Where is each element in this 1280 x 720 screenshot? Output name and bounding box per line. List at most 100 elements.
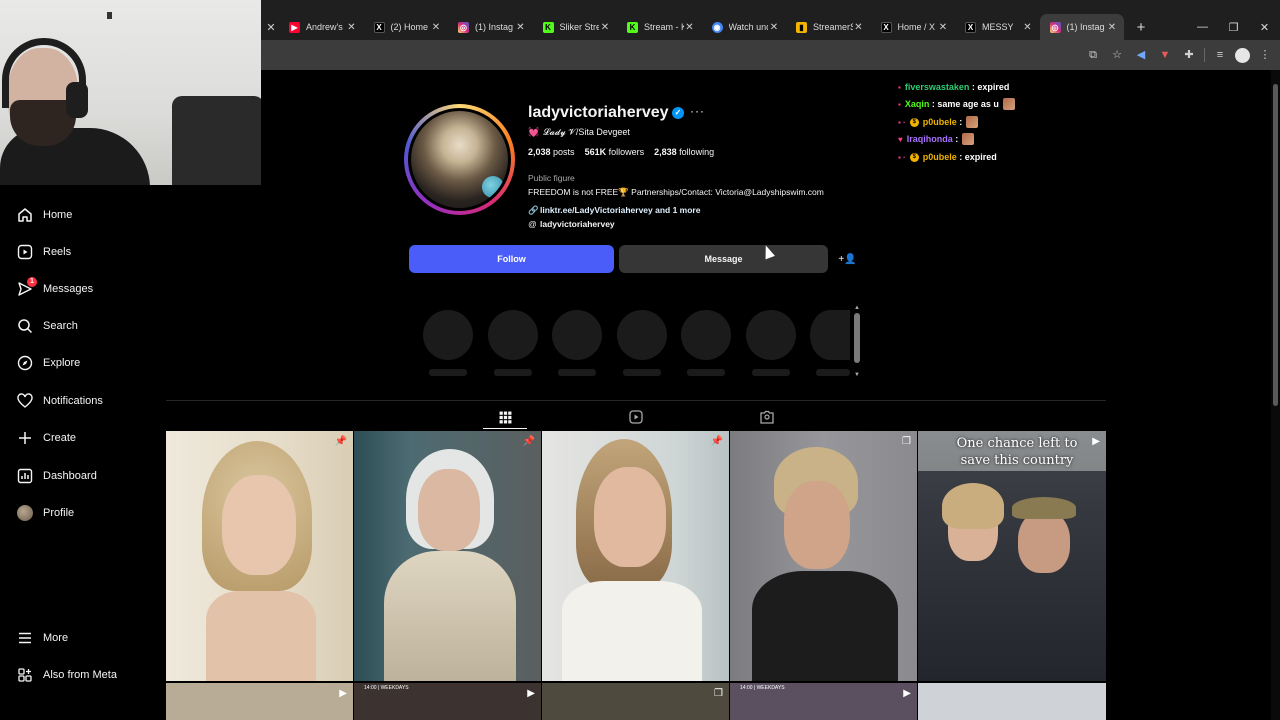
- tab-4[interactable]: K Stream - K ✕: [617, 14, 702, 40]
- sidebar-item-messages[interactable]: 1 Messages: [0, 274, 165, 304]
- close-icon[interactable]: ✕: [430, 22, 442, 33]
- minimize-button[interactable]: —: [1187, 21, 1218, 33]
- highlight-placeholder[interactable]: [617, 310, 667, 360]
- scroll-up-icon[interactable]: ▲: [853, 305, 861, 311]
- close-icon[interactable]: ✕: [515, 22, 527, 33]
- profile-avatar-icon: [16, 504, 34, 522]
- threads-icon: @: [528, 219, 537, 229]
- highlight-placeholder[interactable]: [746, 310, 796, 360]
- bookmark-star-icon[interactable]: ☆: [1108, 47, 1126, 63]
- close-icon[interactable]: ✕: [937, 22, 949, 33]
- highlight-placeholder[interactable]: [488, 310, 538, 360]
- sidebar-item-more[interactable]: More: [0, 623, 165, 653]
- profile-link[interactable]: 🔗linktr.ee/LadyVictoriahervey and 1 more: [528, 205, 700, 216]
- headset-earcup: [66, 82, 88, 118]
- browser-menu-icon[interactable]: ⋮: [1256, 47, 1274, 63]
- verified-badge-icon: ✓: [672, 107, 684, 119]
- reel-icon: ▶: [339, 688, 347, 699]
- sidebar-item-dashboard[interactable]: Dashboard: [0, 461, 165, 491]
- extension-icon[interactable]: ▼: [1156, 47, 1174, 63]
- tab-posts[interactable]: [485, 406, 525, 428]
- reels-icon: [16, 243, 34, 261]
- scrollbar-thumb[interactable]: [1273, 84, 1278, 406]
- highlight-placeholder[interactable]: [810, 310, 850, 360]
- following-count[interactable]: 2,838 following: [654, 147, 714, 157]
- tab-1[interactable]: X (2) Home ✕: [364, 14, 449, 40]
- emote-icon: [962, 133, 975, 145]
- highlight-placeholder[interactable]: [681, 310, 731, 360]
- page-scrollbar[interactable]: [1271, 70, 1280, 720]
- post-tile[interactable]: 📌: [166, 431, 353, 681]
- sidebar-item-notifications[interactable]: Notifications: [0, 386, 165, 416]
- dashboard-icon: [16, 467, 34, 485]
- threads-link[interactable]: @ ladyvictoriahervey: [528, 219, 614, 229]
- highlights-scrollbar[interactable]: ▲ ▼: [853, 305, 861, 378]
- wall-mark: [107, 12, 112, 19]
- x-icon: X: [880, 21, 892, 33]
- post-tile[interactable]: 📌: [354, 431, 541, 681]
- more-options-icon[interactable]: ···: [690, 104, 705, 118]
- sidebar-item-search[interactable]: Search: [0, 311, 165, 341]
- sidebar-item-profile[interactable]: Profile: [0, 498, 165, 528]
- close-icon[interactable]: ✕: [599, 22, 611, 33]
- suggested-users-button[interactable]: +👤: [833, 245, 862, 273]
- scrollbar-thumb[interactable]: [854, 313, 860, 363]
- tab-tagged[interactable]: [747, 406, 787, 428]
- tab-3[interactable]: K Sliker Stre ✕: [533, 14, 618, 40]
- audio-icon[interactable]: ◀: [1132, 47, 1150, 63]
- close-icon[interactable]: ✕: [346, 22, 358, 33]
- close-icon[interactable]: ✕: [853, 22, 865, 33]
- post-tile[interactable]: One chance left to save this country ▶: [918, 431, 1106, 681]
- browser-profile-avatar[interactable]: [1235, 47, 1250, 63]
- tab-8[interactable]: X MESSY ✕: [955, 14, 1040, 40]
- heart-icon: [16, 392, 34, 410]
- sidebar-item-create[interactable]: Create: [0, 423, 165, 453]
- tab-close-icon[interactable]: ✕: [263, 21, 279, 34]
- tab-9[interactable]: ◎ (1) Instag ✕: [1039, 14, 1124, 40]
- tab-6[interactable]: ▮ StreamerS ✕: [786, 14, 871, 40]
- tab-5[interactable]: ◉ Watch und ✕: [702, 14, 787, 40]
- tab-0[interactable]: ▶ Andrew's ✕: [279, 14, 364, 40]
- sidebar-item-reels[interactable]: Reels: [0, 237, 165, 267]
- sidebar-item-also-from-meta[interactable]: Also from Meta: [0, 660, 165, 690]
- restore-button[interactable]: ❐: [1218, 21, 1249, 34]
- scroll-down-icon[interactable]: ▼: [853, 372, 861, 378]
- followers-count[interactable]: 561K followers: [585, 147, 645, 157]
- new-tab-button[interactable]: +: [1130, 19, 1152, 36]
- extensions-puzzle-icon[interactable]: ✚: [1180, 47, 1198, 63]
- chat-badge-icon: ▪ ·: [898, 117, 906, 127]
- profile-category: Public figure: [528, 173, 575, 183]
- highlight-placeholder[interactable]: [552, 310, 602, 360]
- window-close-button[interactable]: ✕: [1249, 21, 1280, 34]
- close-icon[interactable]: ✕: [1106, 22, 1118, 33]
- close-icon[interactable]: ✕: [1022, 22, 1034, 33]
- post-tile[interactable]: ▶: [166, 683, 353, 720]
- close-icon[interactable]: ✕: [684, 22, 696, 33]
- follow-button[interactable]: Follow: [409, 245, 614, 273]
- post-tile[interactable]: ❐: [730, 431, 917, 681]
- post-tile[interactable]: 14:00 | WEEKDAYS ▶: [730, 683, 917, 720]
- close-icon[interactable]: ✕: [768, 22, 780, 33]
- chat-text: expired: [964, 152, 997, 162]
- post-tile[interactable]: 14:00 | WEEKDAYS ▶: [354, 683, 541, 720]
- post-tile[interactable]: ❐: [542, 683, 729, 720]
- sidebar-item-explore[interactable]: Explore: [0, 348, 165, 378]
- youtube-icon: ▶: [289, 21, 300, 33]
- post-tile[interactable]: [918, 683, 1106, 720]
- install-app-icon[interactable]: ⧉: [1084, 47, 1102, 63]
- chat-text: expired: [977, 82, 1010, 92]
- globe-icon: [482, 176, 504, 198]
- tab-reels[interactable]: [616, 406, 656, 428]
- tab-2[interactable]: ◎ (1) Instag ✕: [448, 14, 533, 40]
- tab-title: Home / X: [897, 22, 936, 32]
- profile-avatar[interactable]: [404, 104, 515, 215]
- tagged-icon: [760, 410, 774, 424]
- reels-icon: [629, 410, 643, 424]
- post-tile[interactable]: 📌: [542, 431, 729, 681]
- tab-7[interactable]: X Home / X ✕: [871, 14, 956, 40]
- media-controls-icon[interactable]: ≡: [1211, 47, 1229, 63]
- highlight-placeholder[interactable]: [423, 310, 473, 360]
- pin-icon: 📌: [710, 436, 723, 447]
- message-button[interactable]: Message: [619, 245, 828, 273]
- sidebar-item-home[interactable]: Home: [0, 200, 165, 230]
